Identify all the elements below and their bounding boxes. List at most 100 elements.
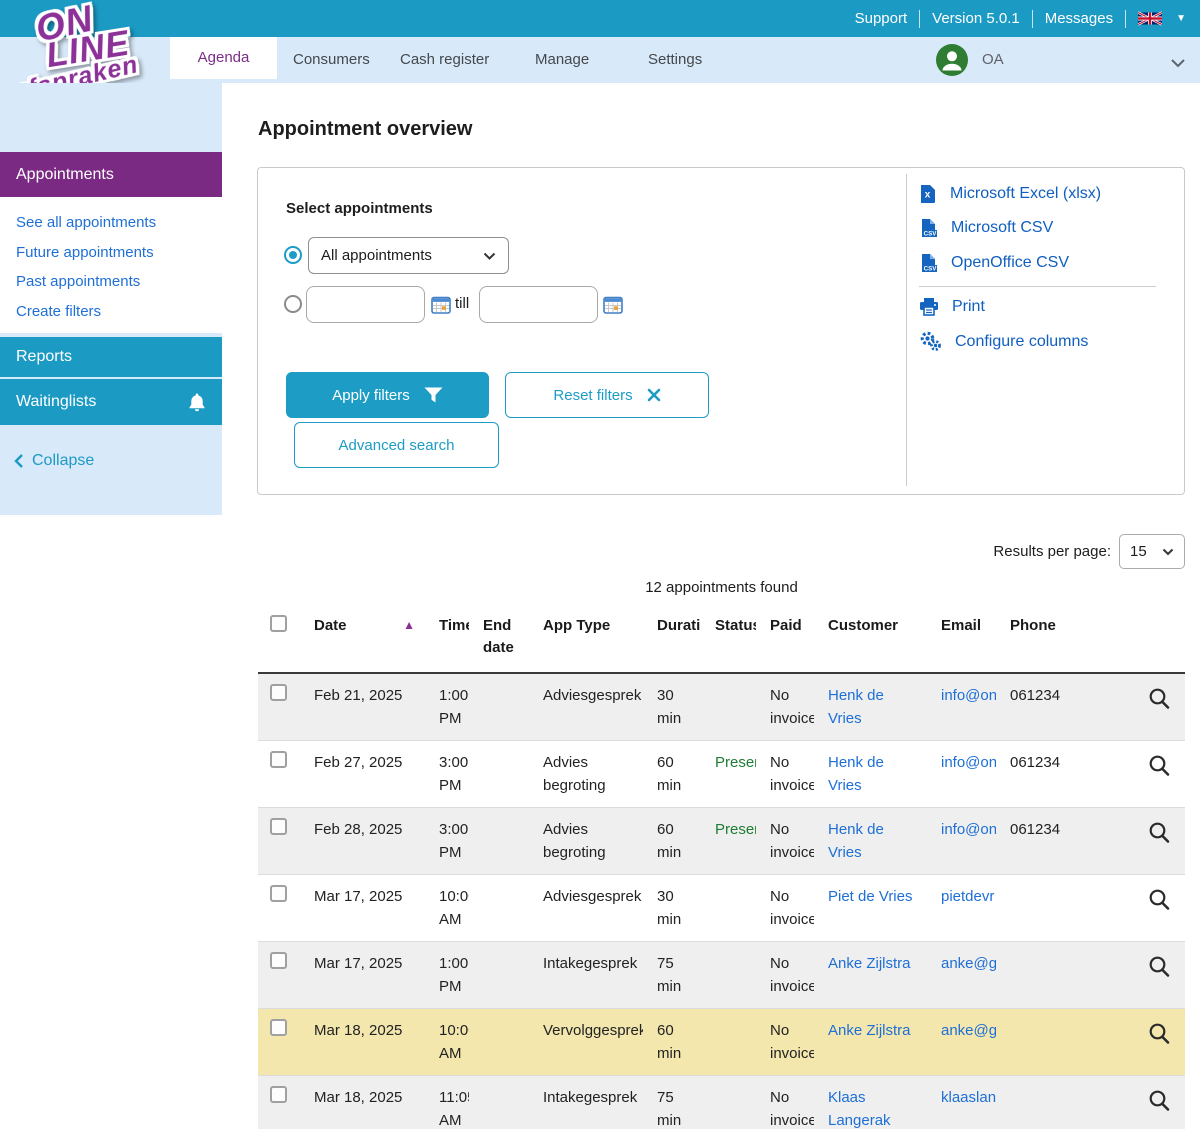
cell-phone: 061234 [996,674,1130,740]
email-link[interactable]: pietdevr [941,885,996,908]
sidebar-item-create-filters[interactable]: Create filters [16,303,101,320]
nav-tab-consumers[interactable]: Consumers [293,37,370,83]
cell-app_type: Intakegesprek [529,1076,643,1129]
nav-tab-settings[interactable]: Settings [648,37,702,83]
nav-tab-cash-register[interactable]: Cash register [400,37,489,83]
row-checkbox[interactable] [270,1019,287,1036]
row-checkbox[interactable] [270,818,287,835]
top-bar: Support Version 5.0.1 Messages ▼ [0,0,1200,37]
collapse-label: Collapse [32,452,94,470]
customer-link[interactable]: Klaas Langerak [828,1086,916,1129]
sidebar-item-past-appointments[interactable]: Past appointments [16,273,140,290]
chevron-down-icon [483,252,496,260]
sidebar-collapse-button[interactable]: Collapse [14,452,94,470]
sidebar-item-waitinglists[interactable]: Waitinglists [0,379,222,425]
results-per-page-select[interactable]: 15 [1119,534,1185,569]
row-view-button[interactable] [1130,741,1185,807]
radio-date-range[interactable] [284,295,302,313]
customer-link[interactable]: Anke Zijlstra [828,1019,916,1042]
column-header-email[interactable]: Email [927,606,996,672]
filter-panel: Select appointments All appointments til… [257,167,1185,495]
row-view-button[interactable] [1130,875,1185,941]
row-view-button[interactable] [1130,1009,1185,1075]
cell-email: info@onl [927,741,996,807]
export-excel-link[interactable]: x Microsoft Excel (xlsx) [919,184,1101,204]
magnifier-icon[interactable] [1148,1032,1171,1049]
sidebar-item-see-all-appointments[interactable]: See all appointments [16,214,156,231]
apply-filters-button[interactable]: Apply filters [286,372,489,418]
magnifier-icon[interactable] [1148,965,1171,982]
uk-flag-icon[interactable] [1138,11,1162,26]
sidebar-item-reports[interactable]: Reports [0,337,222,377]
advanced-search-button[interactable]: Advanced search [294,422,499,468]
language-caret-icon[interactable]: ▼ [1176,13,1186,24]
email-link[interactable]: info@onl [941,751,996,774]
row-view-button[interactable] [1130,808,1185,874]
row-checkbox[interactable] [270,885,287,902]
sidebar-item-future-appointments[interactable]: Future appointments [16,244,154,261]
export-label: Microsoft Excel (xlsx) [950,185,1101,203]
user-initials[interactable]: OA [982,37,1004,83]
print-link[interactable]: Print [919,297,985,316]
nav-tab-agenda[interactable]: Agenda [170,37,277,79]
cell-status: Present [701,741,756,807]
cell-time: 1:00 PM [425,942,469,1008]
export-panel: x Microsoft Excel (xlsx) CSV Microsoft C… [906,168,1186,496]
date-to-input[interactable] [479,286,598,323]
calendar-icon[interactable] [603,296,623,314]
magnifier-icon[interactable] [1148,898,1171,915]
column-header-date[interactable]: Date▲ [300,606,425,672]
column-header-status[interactable]: Status [701,606,756,672]
select-all-checkbox[interactable] [270,615,287,632]
column-header-duration[interactable]: Duration [643,606,701,672]
customer-link[interactable]: Henk de Vries [828,751,916,797]
calendar-icon[interactable] [431,296,451,314]
customer-link[interactable]: Piet de Vries [828,885,916,908]
email-link[interactable]: anke@gm [941,1019,996,1042]
email-link[interactable]: anke@gm [941,952,996,975]
row-view-button[interactable] [1130,674,1185,740]
email-link[interactable]: info@onl [941,684,996,707]
magnifier-icon[interactable] [1148,697,1171,714]
row-view-button[interactable] [1130,942,1185,1008]
column-header-time[interactable]: Time [425,606,469,672]
reset-filters-button[interactable]: Reset filters [505,372,709,418]
row-checkbox-cell [258,942,300,1008]
configure-columns-link[interactable]: Configure columns [919,331,1088,352]
user-avatar-icon[interactable] [936,44,968,76]
cell-email: info@onl [927,674,996,740]
export-microsoft-csv-link[interactable]: CSV Microsoft CSV [919,218,1053,238]
row-checkbox[interactable] [270,952,287,969]
customer-link[interactable]: Anke Zijlstra [828,952,916,975]
cell-customer: Piet de Vries [814,875,927,941]
date-from-input[interactable] [306,286,425,323]
email-link[interactable]: klaaslan [941,1086,996,1109]
divider [919,286,1156,287]
column-header-paid[interactable]: Paid [756,606,814,672]
customer-link[interactable]: Henk de Vries [828,684,916,730]
column-header-app_type[interactable]: App Type [529,606,643,672]
row-checkbox[interactable] [270,751,287,768]
appointments-filter-select[interactable]: All appointments [308,237,509,274]
column-header-customer[interactable]: Customer [814,606,927,672]
radio-all-appointments[interactable] [284,246,302,264]
version-link[interactable]: Version 5.0.1 [932,10,1020,27]
magnifier-icon[interactable] [1148,831,1171,848]
support-link[interactable]: Support [855,10,908,27]
row-view-button[interactable] [1130,1076,1185,1129]
cell-status: Present [701,808,756,874]
till-label: till [455,295,469,312]
row-checkbox[interactable] [270,1086,287,1103]
column-header-end_date[interactable]: End date [469,606,529,672]
cell-status [701,942,756,1008]
row-checkbox[interactable] [270,684,287,701]
customer-link[interactable]: Henk de Vries [828,818,916,864]
email-link[interactable]: info@onl [941,818,996,841]
nav-tab-manage[interactable]: Manage [535,37,589,83]
export-openoffice-csv-link[interactable]: CSV OpenOffice CSV [919,253,1069,273]
magnifier-icon[interactable] [1148,1099,1171,1116]
messages-link[interactable]: Messages [1045,10,1113,27]
magnifier-icon[interactable] [1148,764,1171,781]
column-header-phone[interactable]: Phone [996,606,1130,672]
chevron-down-icon[interactable] [1170,55,1186,73]
